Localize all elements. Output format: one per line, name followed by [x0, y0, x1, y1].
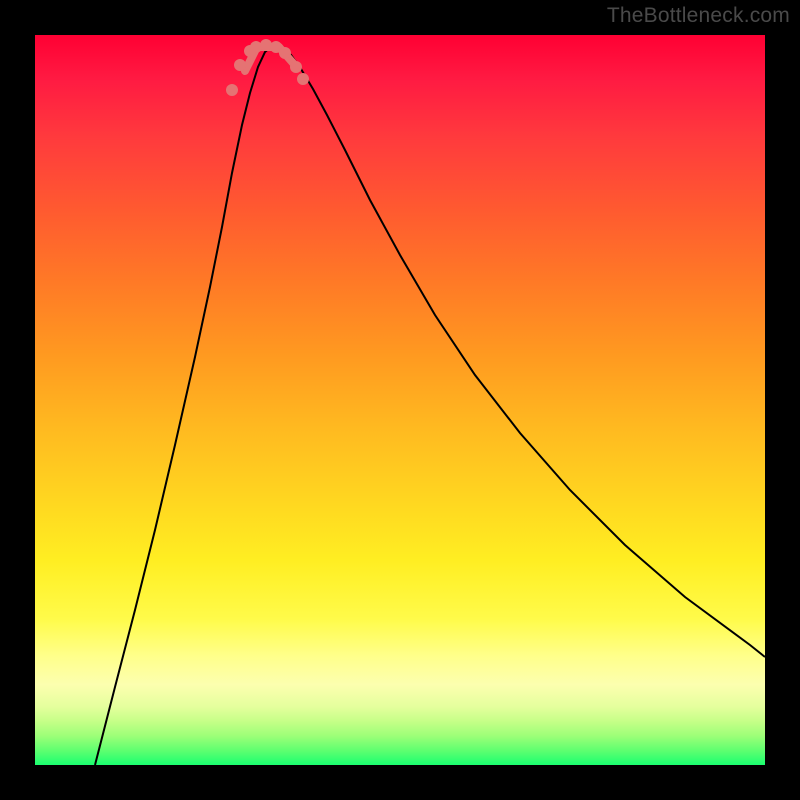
marker-dot: [250, 41, 262, 53]
markers-group: [226, 39, 309, 96]
plot-area: [35, 35, 765, 765]
watermark-text: TheBottleneck.com: [607, 4, 790, 28]
marker-dot: [297, 73, 309, 85]
marker-dot: [260, 39, 272, 51]
marker-dot: [234, 59, 246, 71]
curve-svg: [35, 35, 765, 765]
marker-dot: [279, 47, 291, 59]
marker-dot: [290, 61, 302, 73]
marker-dot: [226, 84, 238, 96]
bottleneck-curve: [95, 45, 765, 765]
chart-frame: TheBottleneck.com: [0, 0, 800, 800]
